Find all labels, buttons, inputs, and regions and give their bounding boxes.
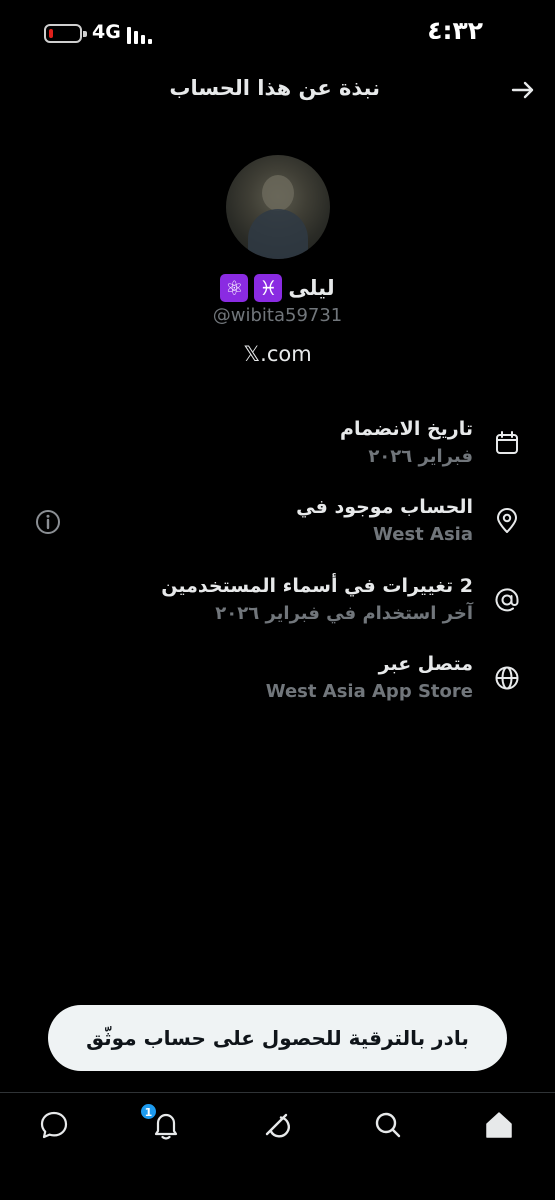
bottom-nav: 1: [0, 1092, 555, 1200]
info-subtitle: آخر استخدام في فبراير ٢٠٢٦: [215, 603, 473, 624]
page-title: نبذة عن هذا الحساب: [169, 76, 380, 100]
user-handle: @wibita59731: [212, 305, 343, 326]
battery-level: [49, 29, 53, 38]
info-subtitle: فبراير ٢٠٢٦: [368, 446, 473, 467]
calendar-icon: [496, 431, 518, 454]
notification-badge: 1: [140, 1103, 157, 1120]
info-row-connected-via: متصل عبر West Asia App Store: [0, 647, 555, 717]
network-type: 4G: [92, 21, 121, 43]
pisces-emoji-icon: ♓: [254, 274, 283, 302]
search-icon[interactable]: [372, 1109, 404, 1141]
messages-icon[interactable]: [38, 1109, 70, 1141]
status-bar: 4G ٤:٣٢: [0, 0, 555, 64]
info-title: الحساب موجود في: [296, 496, 473, 518]
arrow-right-icon: [511, 81, 534, 99]
location-pin-icon: [497, 508, 517, 533]
info-subtitle: West Asia App Store: [265, 681, 473, 702]
grok-icon[interactable]: [260, 1109, 292, 1141]
upgrade-button[interactable]: بادر بالترقية للحصول على حساب موثّق: [48, 1005, 507, 1071]
at-sign-icon: [495, 588, 519, 612]
info-subtitle: West Asia: [373, 524, 473, 545]
info-icon[interactable]: [35, 509, 61, 535]
info-title: 2 تغييرات في أسماء المستخدمين: [161, 575, 473, 597]
status-time: ٤:٣٢: [427, 16, 483, 45]
info-row-location: الحساب موجود في West Asia: [0, 490, 555, 560]
display-name: ليلى: [288, 276, 335, 300]
info-row-username-changes: 2 تغييرات في أسماء المستخدمين آخر استخدا…: [0, 569, 555, 639]
header: نبذة عن هذا الحساب: [0, 64, 555, 116]
info-title: تاريخ الانضمام: [340, 418, 473, 440]
home-icon[interactable]: [483, 1109, 515, 1141]
info-row-joined: تاريخ الانضمام فبراير ٢٠٢٦: [0, 412, 555, 482]
avatar[interactable]: [226, 155, 330, 259]
site-link[interactable]: 𝕏.com: [0, 342, 555, 366]
atom-emoji-icon: ⚛: [220, 274, 249, 302]
display-name-row: ليلى ♓ ⚛: [0, 274, 555, 306]
back-button[interactable]: [509, 76, 537, 104]
globe-icon: [495, 666, 519, 690]
battery-icon: [44, 24, 87, 43]
signal-bars-icon: [127, 24, 157, 44]
info-title: متصل عبر: [378, 653, 473, 675]
